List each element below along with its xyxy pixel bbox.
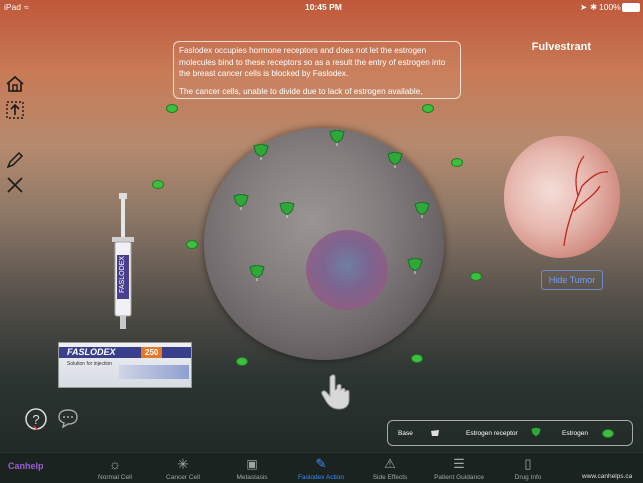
tab-drug-info[interactable]: ▯ Drug Info <box>493 453 563 483</box>
chat-icon[interactable] <box>57 408 79 428</box>
export-icon[interactable] <box>5 100 25 120</box>
receptor-icon <box>414 202 430 218</box>
tab-cancer-cell[interactable]: ✳ Cancer Cell <box>148 453 218 483</box>
receptor-icon <box>253 144 269 160</box>
syringe-label: FASLODEX <box>119 256 126 293</box>
receptor-icon <box>279 202 295 218</box>
box-dose: 250 <box>141 347 163 358</box>
tumor-image <box>504 136 620 258</box>
film-icon: ▣ <box>246 457 258 471</box>
help-icon[interactable]: ? <box>24 407 48 431</box>
tab-canhelp[interactable]: Canhelp <box>0 453 70 483</box>
battery-percent: 100% <box>599 2 621 12</box>
tab-bar: Canhelp ☼ Normal Cell ✳ Cancer Cell ▣ Me… <box>0 452 643 483</box>
info-textbox[interactable]: Faslodex occupies hormone receptors and … <box>173 41 461 99</box>
box-subtitle: Solution for injection <box>67 361 113 367</box>
tab-metastasis[interactable]: ▣ Metastasis <box>217 453 287 483</box>
carrier-label: iPad <box>4 2 22 12</box>
base-icon <box>431 430 439 436</box>
estrogen-molecule[interactable] <box>236 357 248 366</box>
syringe-image: FASLODEX <box>112 193 134 329</box>
legend-estrogen-label: Estrogen <box>562 430 589 437</box>
info-paragraph-1: Faslodex occupies hormone receptors and … <box>179 46 446 78</box>
receptor-icon <box>233 194 249 210</box>
estrogen-molecule[interactable] <box>411 354 423 363</box>
estrogen-molecule[interactable] <box>470 272 482 281</box>
tab-faslodex-action[interactable]: ✎ Faslodex Action <box>286 453 356 483</box>
estrogen-molecule[interactable] <box>186 240 198 249</box>
legend-base-label: Base <box>398 430 413 437</box>
receptor-icon <box>407 258 423 274</box>
hide-tumor-button[interactable]: Hide Tumor <box>541 270 603 290</box>
hand-pointer-icon[interactable] <box>320 374 354 410</box>
tab-patient-guidance[interactable]: ☰ Patient Guidance <box>424 453 494 483</box>
sun-icon: ☼ <box>108 456 122 472</box>
battery-icon <box>622 3 640 12</box>
warning-icon: ⚠ <box>384 456 396 471</box>
page-title: Fulvestrant <box>531 41 591 53</box>
home-icon[interactable] <box>5 74 25 94</box>
starburst-icon: ✳ <box>177 456 189 472</box>
clipboard-icon: ☰ <box>453 456 465 471</box>
wifi-icon: ≈ <box>24 2 29 12</box>
syringe-icon: ✎ <box>315 456 327 471</box>
estrogen-molecule[interactable] <box>152 180 164 189</box>
estrogen-molecule[interactable] <box>451 158 463 167</box>
box-brand: FASLODEX <box>67 347 116 357</box>
cell-nucleus <box>306 230 388 310</box>
book-icon: ▯ <box>524 456 532 471</box>
estrogen-molecule[interactable] <box>166 104 178 113</box>
bluetooth-icon: ✱ <box>590 2 598 12</box>
pencil-icon[interactable] <box>5 150 25 170</box>
legend-receptor-label: Estrogen receptor <box>466 430 518 437</box>
location-icon: ➤ <box>580 2 588 12</box>
info-paragraph-2: The cancer cells, unable to divide due t… <box>179 86 423 96</box>
tab-side-effects[interactable]: ⚠ Side Effects <box>355 453 425 483</box>
product-box: FASLODEX 250 Solution for injection <box>58 342 192 388</box>
website-link[interactable]: www.canhelps.ca <box>582 473 632 480</box>
receptor-icon <box>387 152 403 168</box>
legend: Base Estrogen receptor Estrogen <box>387 420 633 446</box>
receptor-icon <box>249 265 265 281</box>
status-bar: iPad ≈ 10:45 PM ➤ ✱ 100% <box>0 0 643 14</box>
tab-normal-cell[interactable]: ☼ Normal Cell <box>80 453 150 483</box>
receptor-icon <box>329 130 345 146</box>
canhelp-logo: Canhelp <box>8 461 44 471</box>
estrogen-molecule[interactable] <box>422 104 434 113</box>
svg-text:?: ? <box>32 412 39 427</box>
receptor-legend-icon <box>531 427 541 437</box>
blood-vessel-icon <box>563 155 609 247</box>
clock: 10:45 PM <box>305 2 342 12</box>
estrogen-legend-icon <box>602 429 614 438</box>
close-icon[interactable] <box>5 175 25 195</box>
